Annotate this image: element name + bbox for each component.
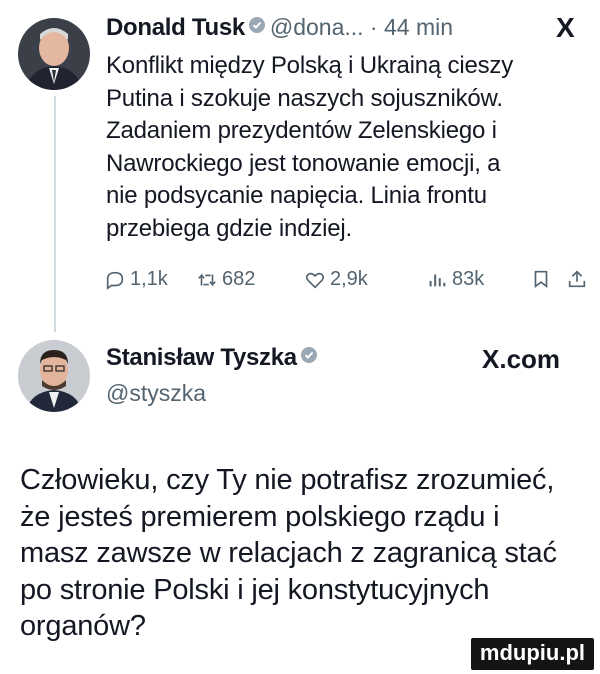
share-icon — [568, 270, 586, 288]
tweet-text: Konflikt między Polską i Ukrainą cieszy … — [106, 50, 576, 245]
quote-handle[interactable]: @styszka — [106, 380, 206, 407]
tweet-text-line: Nawrockiego jest tonowanie emocji, a — [106, 149, 501, 177]
quote-text: Człowieku, czy Ty nie potrafisz zrozumie… — [20, 462, 590, 645]
tweet-header: Donald Tusk @dona... · 44 min — [106, 14, 576, 46]
quote-author-name[interactable]: Stanisław Tyszka — [106, 344, 297, 371]
author-name[interactable]: Donald Tusk — [106, 14, 245, 41]
views-button[interactable]: 83k — [426, 268, 484, 291]
quote-text-line: masz zawsze w relacjach z zagranicą stać — [20, 537, 557, 569]
bookmark-button[interactable] — [530, 268, 552, 290]
tweet-text-line: Konflikt między Polską i Ukrainą cieszy — [106, 52, 514, 79]
watermark: mdupiu.pl — [470, 638, 594, 670]
share-button[interactable] — [566, 268, 588, 290]
thread-line — [54, 96, 56, 332]
repost-icon — [198, 272, 216, 287]
like-icon — [305, 272, 325, 289]
quote-source: X.com — [482, 344, 561, 374]
tweet-text-line: Putina i szokuje naszych sojuszników. — [106, 84, 503, 112]
avatar-stanislaw-tyszka[interactable] — [18, 340, 90, 412]
x-logo-icon[interactable]: X — [556, 12, 575, 44]
bookmark-icon — [534, 270, 548, 288]
like-count: 2,9k — [330, 268, 368, 290]
tweet-text-line: Zadaniem prezydentów Zelenskiego i — [106, 117, 497, 144]
handle-time: @dona... · 44 min — [269, 14, 454, 40]
repost-count: 682 — [222, 268, 256, 290]
views-icon — [429, 274, 446, 286]
quote-header: Stanisław Tyszka — [106, 344, 406, 372]
quote-text-line: że jesteś premierem polskiego rządu i — [20, 500, 500, 533]
tweet-text-line: przebiega gdzie indziej. — [106, 214, 353, 242]
quote-text-line: po stronie Polski i jej konstytucyjnych — [20, 573, 490, 606]
reply-icon — [106, 271, 124, 290]
verified-icon — [249, 17, 266, 33]
verified-icon — [301, 347, 318, 363]
reply-button[interactable]: 1,1k — [104, 268, 168, 291]
tweet-text-line: nie podsycanie napięcia. Linia frontu — [106, 182, 487, 209]
views-count: 83k — [452, 268, 485, 290]
reply-count: 1,1k — [130, 268, 168, 290]
like-button[interactable]: 2,9k — [304, 268, 368, 291]
quote-text-line: Człowieku, czy Ty nie potrafisz zrozumie… — [20, 464, 555, 496]
repost-button[interactable]: 682 — [196, 268, 255, 291]
tweet-actions: 1,1k 682 2,9k 83k — [104, 268, 590, 298]
avatar-donald-tusk[interactable] — [18, 18, 90, 90]
